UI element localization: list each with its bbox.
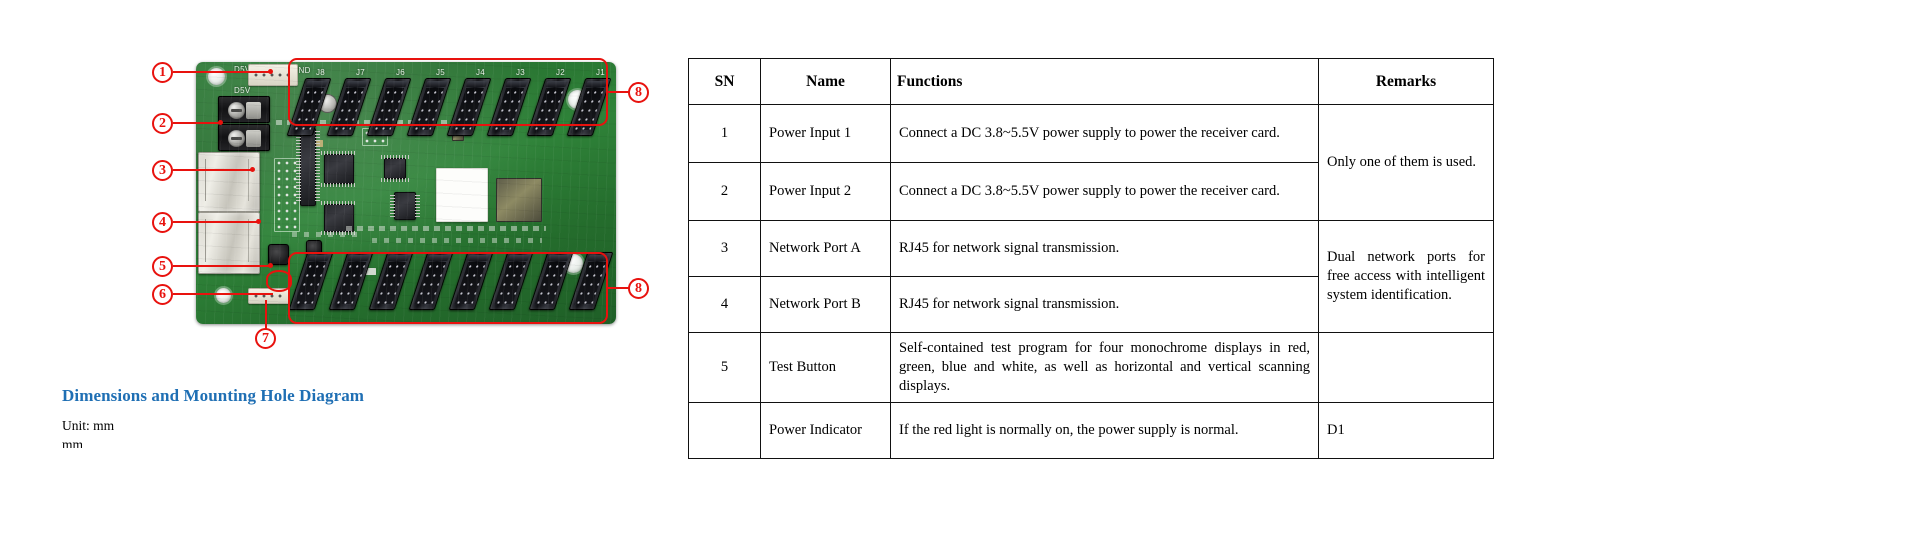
cell-functions: RJ45 for network signal transmission.	[890, 220, 1319, 277]
cell-sn: 3	[688, 220, 761, 277]
smd-row	[346, 226, 546, 231]
table-header-functions: Functions	[890, 58, 1319, 105]
table-header-sn: SN	[688, 58, 761, 105]
smd-row	[292, 232, 362, 237]
silk-label-d5v-2: D5V	[234, 86, 251, 95]
cell-sn: 2	[688, 162, 761, 221]
callout-8-bottom[interactable]: 8	[628, 278, 649, 299]
cell-functions: If the red light is normally on, the pow…	[890, 402, 1319, 460]
leader-line-2	[173, 122, 221, 124]
cell-functions: Connect a DC 3.8~5.5V power supply to po…	[890, 162, 1319, 221]
smd-row	[372, 238, 542, 243]
network-port-a-rj45	[198, 152, 260, 212]
cell-name: Network Port B	[760, 276, 891, 333]
leader-line-8-top	[606, 91, 630, 93]
cell-name: Test Button	[760, 331, 891, 404]
cell-name: Power Input 2	[760, 162, 891, 221]
leader-line-6	[173, 293, 273, 295]
power-terminal-block-2	[218, 124, 270, 151]
cell-remarks: D1	[1318, 402, 1494, 460]
highlight-box-bottom-connectors	[288, 252, 608, 324]
table-header-row: SN Name Functions Remarks	[688, 58, 1494, 105]
callout-6[interactable]: 6	[152, 284, 173, 305]
leader-line-7	[265, 300, 267, 330]
ic-small-chip	[381, 155, 409, 182]
cell-name: Network Port A	[760, 220, 891, 277]
callout-7[interactable]: 7	[255, 328, 276, 349]
table-header-name: Name	[760, 58, 891, 105]
callout-3[interactable]: 3	[152, 160, 173, 181]
leader-dot-3	[250, 167, 255, 172]
cell-name: Power Input 1	[760, 104, 891, 163]
leader-line-1	[173, 71, 271, 73]
pin-header-grid-left	[274, 158, 300, 232]
receiver-card-diagram-panel: D5V D5V GND GND	[0, 0, 688, 534]
ic-white-module	[436, 168, 488, 222]
cell-sn: 1	[688, 104, 761, 163]
callout-8-top[interactable]: 8	[628, 82, 649, 103]
cell-remarks: Only one of them is used.	[1318, 104, 1494, 221]
cell-functions: RJ45 for network signal transmission.	[890, 276, 1319, 333]
cell-sn	[688, 402, 761, 460]
page-root: D5V D5V GND GND	[0, 0, 1920, 534]
callout-5[interactable]: 5	[152, 256, 173, 277]
table-row: 3 Network Port A RJ45 for network signal…	[688, 220, 1494, 333]
mounting-hole-bottom-left	[216, 288, 231, 303]
leader-line-5	[173, 265, 271, 267]
ic-fpga-chip	[321, 151, 357, 187]
ic-soic-chip	[390, 192, 420, 220]
unit-label-partial: mm	[62, 437, 84, 448]
leader-dot-2	[218, 120, 223, 125]
interface-specification-table: SN Name Functions Remarks 1 Power Input …	[688, 58, 1494, 460]
test-button-switch	[268, 244, 289, 265]
highlight-circle-power-indicator	[266, 270, 292, 292]
cell-sn: 5	[688, 331, 761, 404]
cell-name: Power Indicator	[760, 402, 891, 460]
leader-line-8-bottom	[606, 287, 630, 289]
section-heading-dimensions: Dimensions and Mounting Hole Diagram	[62, 386, 365, 405]
ic-gold-chip	[496, 178, 542, 222]
cell-remarks	[1318, 331, 1494, 404]
leader-dot-1	[268, 69, 273, 74]
ic-driver-chip	[296, 128, 320, 206]
cell-functions: Self-contained test program for four mon…	[890, 331, 1319, 404]
leader-line-4	[173, 221, 259, 223]
cell-remarks: Dual network ports for free access with …	[1318, 220, 1494, 333]
unit-label: Unit: mm	[62, 418, 115, 433]
leader-dot-4	[256, 219, 261, 224]
power-terminal-block-1	[218, 96, 270, 123]
callout-4[interactable]: 4	[152, 212, 173, 233]
table-row: 1 Power Input 1 Connect a DC 3.8~5.5V po…	[688, 104, 1494, 221]
cell-sn: 4	[688, 276, 761, 333]
cell-functions: Connect a DC 3.8~5.5V power supply to po…	[890, 104, 1319, 163]
table-row: Power Indicator If the red light is norm…	[688, 402, 1494, 460]
table-header-remarks: Remarks	[1318, 58, 1494, 105]
table-row: 5 Test Button Self-contained test progra…	[688, 331, 1494, 404]
callout-2[interactable]: 2	[152, 113, 173, 134]
highlight-box-top-connectors	[288, 58, 608, 126]
leader-line-3	[173, 169, 253, 171]
leader-dot-5	[268, 263, 273, 268]
callout-1[interactable]: 1	[152, 62, 173, 83]
